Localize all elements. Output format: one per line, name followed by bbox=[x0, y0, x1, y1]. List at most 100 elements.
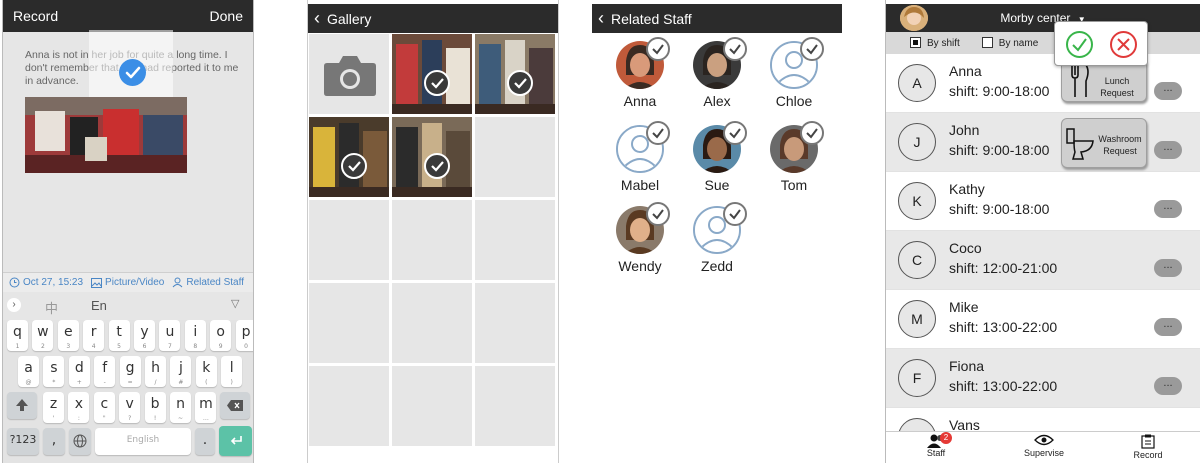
chinese-ime-button[interactable]: 中 bbox=[45, 298, 58, 317]
staff-row[interactable]: M Mike shift: 13:00-22:00... bbox=[886, 290, 1200, 349]
enter-icon bbox=[230, 436, 242, 445]
avatar[interactable] bbox=[900, 5, 928, 31]
by-name-label: By name bbox=[998, 38, 1039, 49]
back-chevron-icon[interactable]: ‹ bbox=[598, 8, 604, 29]
done-button[interactable]: Done bbox=[210, 8, 243, 24]
key-w[interactable]: w2 bbox=[32, 320, 54, 351]
staff-member[interactable]: Anna bbox=[600, 37, 680, 109]
photo-selected-check-icon[interactable] bbox=[424, 70, 450, 96]
key-alt-symbol: 2 bbox=[40, 343, 45, 350]
collapse-keyboard-icon[interactable]: ▽ bbox=[231, 297, 239, 310]
key-h[interactable]: h / bbox=[145, 356, 166, 387]
key-s[interactable]: s * bbox=[43, 356, 65, 387]
selected-check-icon[interactable] bbox=[646, 202, 670, 226]
washroom-request-card[interactable]: Washroom Request bbox=[1061, 118, 1147, 168]
by-shift-checkbox[interactable]: By shift bbox=[910, 37, 960, 49]
staff-row[interactable]: A Anna shift: 9:00-18:00... bbox=[886, 54, 1200, 113]
key-n[interactable]: n ~ bbox=[170, 392, 191, 423]
key-e[interactable]: e3 bbox=[57, 320, 79, 351]
selected-check-icon[interactable] bbox=[723, 202, 747, 226]
staff-row[interactable]: K Kathy shift: 9:00-18:00... bbox=[886, 172, 1200, 231]
shift-key[interactable] bbox=[7, 392, 37, 419]
key-p[interactable]: p0 bbox=[235, 320, 253, 351]
more-options-button[interactable]: ... bbox=[1154, 200, 1182, 218]
selected-check-icon[interactable] bbox=[119, 59, 146, 86]
key-a[interactable]: a @ bbox=[18, 356, 39, 387]
key-c[interactable]: c " bbox=[93, 392, 115, 423]
more-options-button[interactable]: ... bbox=[1154, 141, 1182, 159]
more-options-button[interactable]: ... bbox=[1154, 318, 1182, 336]
tab-staff[interactable]: 2 Staff bbox=[906, 432, 966, 458]
key-j[interactable]: j # bbox=[170, 356, 192, 387]
reject-x-icon[interactable] bbox=[1110, 31, 1137, 58]
key-d[interactable]: d + bbox=[68, 356, 90, 387]
photo-selected-check-icon[interactable] bbox=[507, 70, 533, 96]
staff-member[interactable]: Alex bbox=[677, 37, 757, 109]
globe-key[interactable] bbox=[69, 428, 91, 455]
staff-name: Alex bbox=[703, 93, 731, 109]
selected-check-icon[interactable] bbox=[800, 37, 824, 61]
selected-check-icon[interactable] bbox=[723, 121, 747, 145]
key-k[interactable]: k( bbox=[195, 356, 217, 387]
tab-supervise[interactable]: Supervise bbox=[1014, 434, 1074, 458]
key-z[interactable]: z ' bbox=[43, 392, 64, 423]
key-r[interactable]: r4 bbox=[83, 320, 105, 351]
photo-selected-check-icon[interactable] bbox=[341, 153, 367, 179]
tab-record-label: Record bbox=[1133, 450, 1163, 460]
staff-row[interactable]: C Coco shift: 12:00-21:00... bbox=[886, 231, 1200, 290]
period-key[interactable]: . bbox=[195, 428, 215, 455]
staff-member[interactable]: Chloe bbox=[754, 37, 834, 109]
key-x[interactable]: x: bbox=[68, 392, 90, 423]
key-g[interactable]: g = bbox=[119, 356, 141, 387]
by-name-checkbox[interactable]: By name bbox=[981, 37, 1039, 49]
selected-check-icon[interactable] bbox=[723, 37, 747, 61]
camera-cell[interactable] bbox=[308, 33, 390, 115]
key-m[interactable]: m… bbox=[195, 392, 217, 423]
staff-member[interactable]: Mabel bbox=[600, 121, 680, 193]
back-chevron-icon[interactable]: ‹ bbox=[314, 8, 320, 29]
key-b[interactable]: b! bbox=[144, 392, 166, 423]
key-alt-symbol: … bbox=[202, 415, 209, 422]
backspace-key[interactable] bbox=[220, 392, 250, 419]
selected-check-icon[interactable] bbox=[646, 121, 670, 145]
tab-record[interactable]: Record bbox=[1118, 434, 1178, 460]
english-ime-button[interactable]: En bbox=[91, 298, 107, 313]
key-u[interactable]: u7 bbox=[159, 320, 181, 351]
gallery-photo[interactable] bbox=[391, 33, 473, 115]
staff-row-shift: shift: 9:00-18:00 bbox=[949, 83, 1050, 99]
key-i[interactable]: i8 bbox=[184, 320, 206, 351]
staff-member[interactable]: Zedd bbox=[677, 202, 757, 274]
chevron-right-icon[interactable]: › bbox=[7, 298, 21, 312]
more-options-button[interactable]: ... bbox=[1154, 259, 1182, 277]
staff-row[interactable]: F Fiona shift: 13:00-22:00... bbox=[886, 349, 1200, 408]
staff-row[interactable]: J John shift: 9:00-18:00... bbox=[886, 113, 1200, 172]
attached-photo[interactable] bbox=[25, 97, 187, 173]
comma-key[interactable]: , bbox=[43, 428, 65, 455]
gallery-photo[interactable] bbox=[391, 116, 473, 198]
selected-check-icon[interactable] bbox=[800, 121, 824, 145]
numbers-key[interactable]: ?123 bbox=[7, 428, 39, 455]
staff-member[interactable]: Sue bbox=[677, 121, 757, 193]
key-alt-symbol: ! bbox=[153, 415, 157, 422]
enter-key[interactable] bbox=[219, 426, 252, 456]
more-options-button[interactable]: ... bbox=[1154, 377, 1182, 395]
key-q[interactable]: q1 bbox=[7, 320, 28, 351]
staff-member[interactable]: Tom bbox=[754, 121, 834, 193]
related-staff-button[interactable]: Related Staff bbox=[172, 277, 244, 288]
key-l[interactable]: l) bbox=[221, 356, 243, 387]
key-y[interactable]: y6 bbox=[134, 320, 155, 351]
space-key[interactable]: English bbox=[95, 428, 191, 455]
selected-check-icon[interactable] bbox=[646, 37, 670, 61]
gallery-photo[interactable] bbox=[474, 33, 556, 115]
date-picker[interactable]: Oct 27, 15:23 bbox=[9, 277, 83, 288]
key-o[interactable]: o9 bbox=[210, 320, 232, 351]
staff-member[interactable]: Wendy bbox=[600, 202, 680, 274]
key-t[interactable]: t5 bbox=[108, 320, 130, 351]
key-v[interactable]: v? bbox=[119, 392, 141, 423]
photo-selected-check-icon[interactable] bbox=[424, 153, 450, 179]
key-f[interactable]: f- bbox=[94, 356, 116, 387]
picture-video-button[interactable]: Picture/Video bbox=[91, 277, 164, 288]
gallery-photo[interactable] bbox=[308, 116, 390, 198]
approve-check-icon[interactable] bbox=[1066, 31, 1093, 58]
more-options-button[interactable]: ... bbox=[1154, 82, 1182, 100]
